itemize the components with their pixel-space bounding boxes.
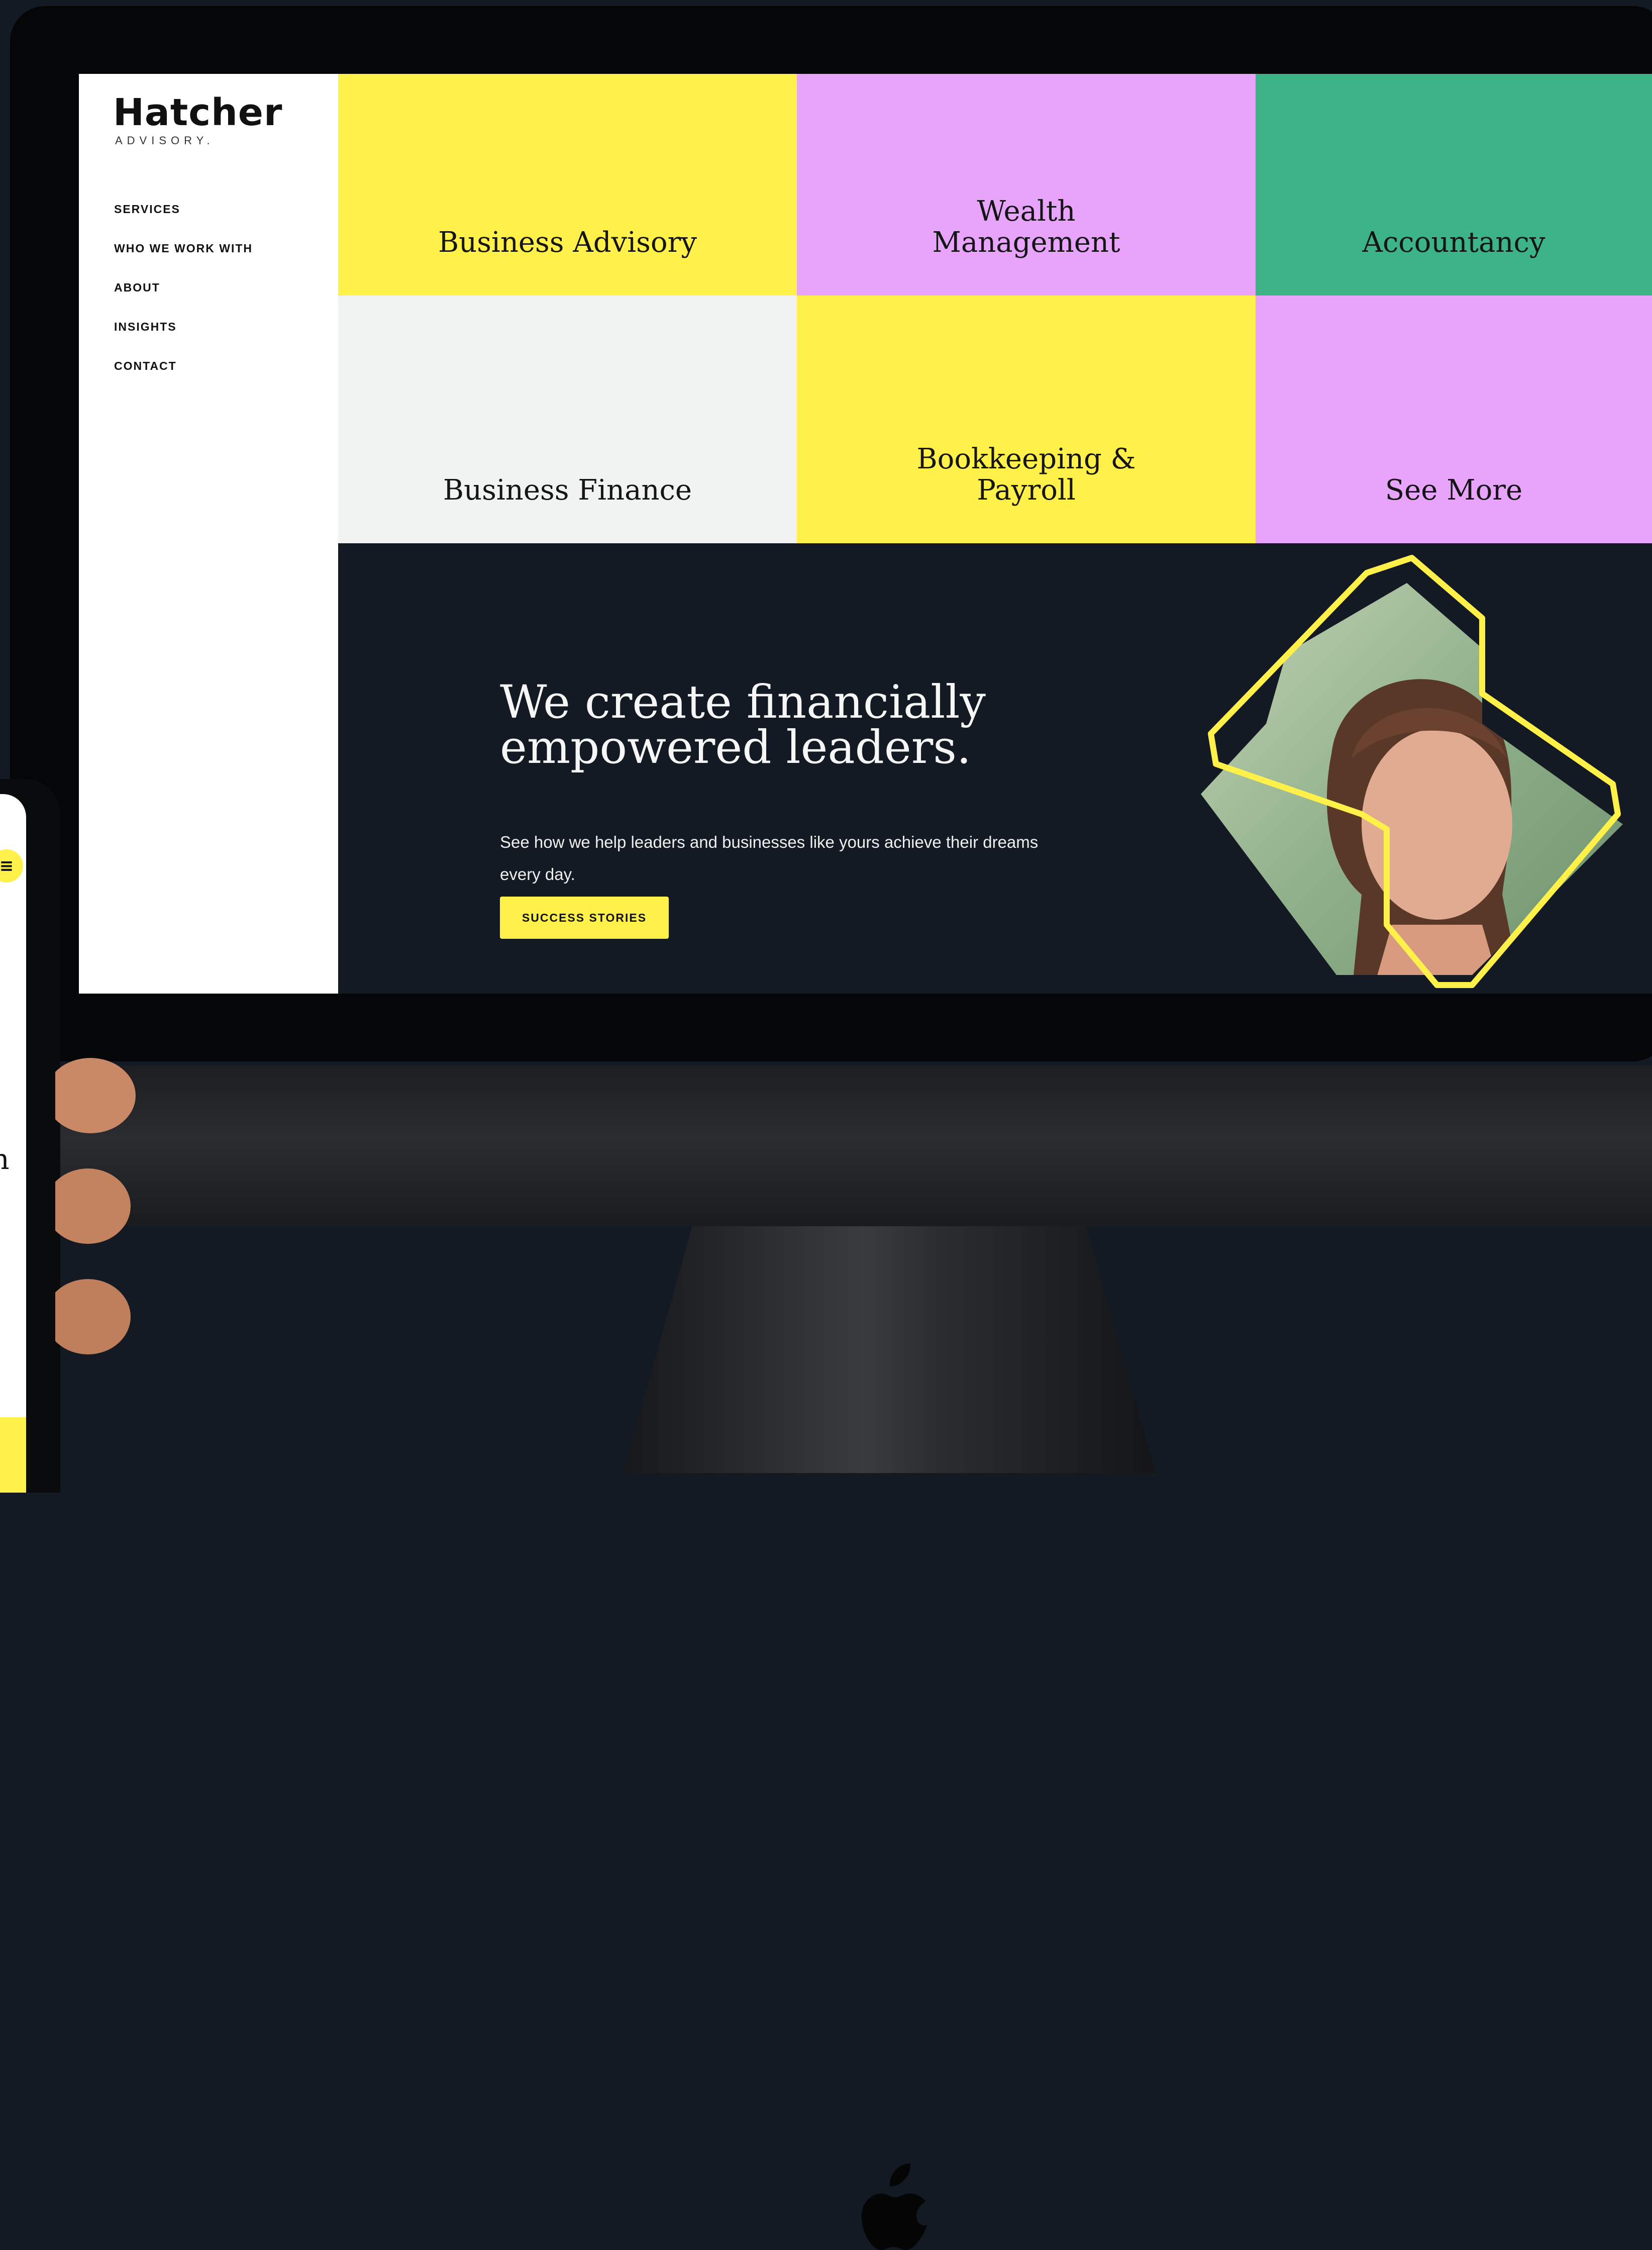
service-tile-label: See More bbox=[1385, 474, 1523, 507]
imac-chin bbox=[0, 1065, 1652, 2250]
service-tile-label: Wealth Management bbox=[932, 195, 1120, 259]
nav-contact[interactable]: CONTACT bbox=[114, 346, 253, 385]
main-nav: SERVICES WHO WE WORK WITH ABOUT INSIGHTS… bbox=[114, 189, 253, 385]
apple-logo-icon bbox=[861, 2163, 927, 2250]
phone-heading-fragment: th h bbox=[0, 1143, 10, 1176]
hero-portrait bbox=[1201, 555, 1623, 988]
brand-subtitle: ADVISORY. bbox=[115, 134, 215, 147]
nav-about[interactable]: ABOUT bbox=[114, 268, 253, 307]
brand-logo[interactable]: Hatcher bbox=[113, 91, 282, 134]
nav-insights[interactable]: INSIGHTS bbox=[114, 307, 253, 346]
service-tile-label: Bookkeeping & Payroll bbox=[916, 443, 1136, 507]
service-tile-business-finance[interactable]: Business Finance bbox=[338, 296, 797, 543]
sidebar: Hatcher ADVISORY. SERVICES WHO WE WORK W… bbox=[79, 74, 338, 994]
nav-who-we-work-with[interactable]: WHO WE WORK WITH bbox=[114, 229, 253, 268]
hand bbox=[55, 1058, 136, 1354]
hero-title: We create financially empowered leaders. bbox=[500, 676, 986, 774]
success-stories-button[interactable]: SUCCESS STORIES bbox=[500, 897, 669, 939]
hamburger-icon[interactable]: ≡ bbox=[0, 849, 23, 883]
service-tile-label: Accountancy bbox=[1362, 226, 1545, 259]
service-tile-bookkeeping-payroll[interactable]: Bookkeeping & Payroll bbox=[797, 296, 1256, 543]
hero-description: See how we help leaders and businesses l… bbox=[500, 833, 1039, 884]
service-tile-business-advisory[interactable]: Business Advisory bbox=[338, 74, 797, 296]
service-tile-label: Business Advisory bbox=[438, 226, 697, 259]
nav-services[interactable]: SERVICES bbox=[114, 189, 253, 229]
portrait-photo bbox=[1201, 583, 1623, 975]
service-tile-label: Business Finance bbox=[443, 474, 692, 507]
service-tile-accountancy[interactable]: Accountancy bbox=[1256, 74, 1652, 296]
imac-stand bbox=[623, 1226, 1156, 1473]
service-tile-see-more[interactable]: See More bbox=[1256, 296, 1652, 543]
phone-device: ≡ th h bbox=[0, 779, 60, 1493]
phone-screen: ≡ th h bbox=[0, 794, 26, 1493]
service-tile-wealth-management[interactable]: Wealth Management bbox=[797, 74, 1256, 296]
phone-yellow-band bbox=[0, 1417, 26, 1493]
